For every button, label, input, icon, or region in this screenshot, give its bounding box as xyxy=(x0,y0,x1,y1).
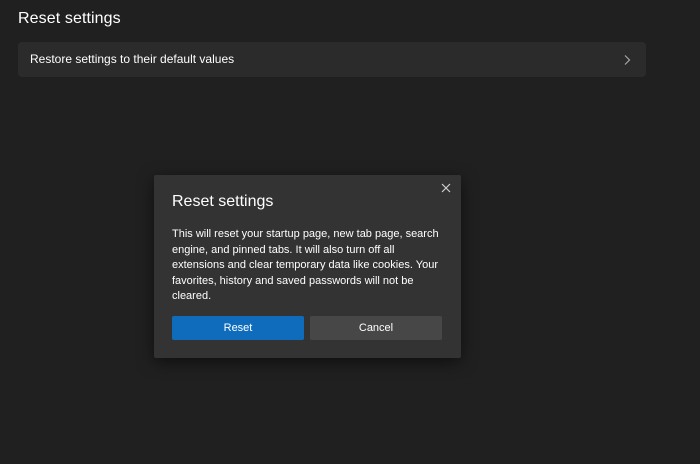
restore-defaults-label: Restore settings to their default values xyxy=(30,52,235,66)
reset-settings-dialog: Reset settings This will reset your star… xyxy=(154,175,461,358)
dialog-message: This will reset your startup page, new t… xyxy=(172,228,439,302)
close-icon[interactable] xyxy=(439,181,453,195)
chevron-right-icon xyxy=(621,53,633,65)
reset-button[interactable]: Reset xyxy=(172,316,304,340)
dialog-title: Reset settings xyxy=(172,193,274,210)
restore-defaults-row[interactable]: Restore settings to their default values xyxy=(18,42,646,77)
page-title: Reset settings xyxy=(18,10,121,27)
cancel-button[interactable]: Cancel xyxy=(310,316,442,340)
settings-page: Reset settings Restore settings to their… xyxy=(0,0,700,464)
